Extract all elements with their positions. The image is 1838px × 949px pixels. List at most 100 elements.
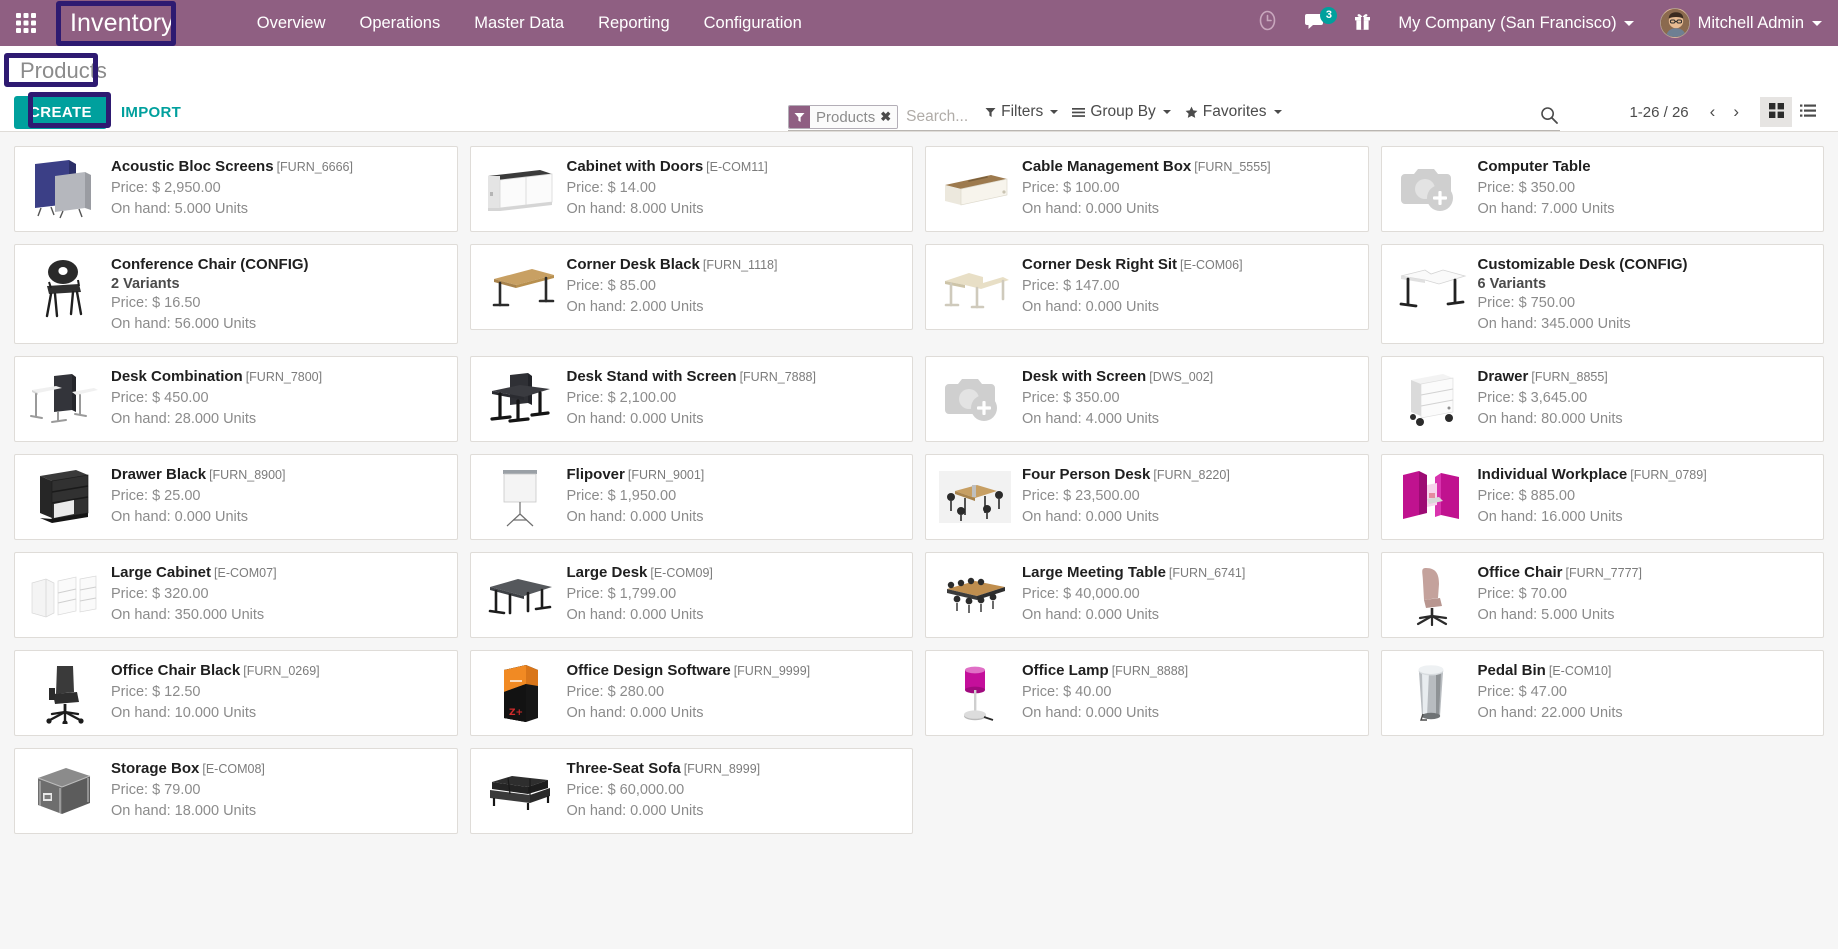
- product-card[interactable]: Drawer Black [FURN_8900] Price: $ 25.00 On …: [14, 454, 458, 541]
- product-name: Four Person Desk [FURN_8220]: [1022, 466, 1230, 484]
- page-title[interactable]: Products: [14, 56, 113, 86]
- product-card[interactable]: Computer Table Price: $ 350.00 On hand: 7.…: [1380, 146, 1824, 232]
- messages-count-badge: 3: [1320, 7, 1338, 24]
- product-card-body: Customizable Desk (CONFIG) 6 Variants Pric…: [1478, 255, 1812, 333]
- product-card-body: Large Cabinet [E-COM07] Price: $ 320.00 On …: [111, 563, 445, 627]
- gift-menu-button[interactable]: [1341, 0, 1384, 46]
- product-code: [FURN_7800]: [245, 370, 323, 385]
- product-code: [E-COM06]: [1180, 258, 1243, 272]
- product-card[interactable]: Office Lamp [FURN_8888] Price: $ 40.00 On h…: [925, 650, 1369, 737]
- product-card[interactable]: Flipover [FURN_9001] Price: $ 1,950.00 On h…: [469, 454, 913, 541]
- product-code: [FURN_6666]: [276, 160, 353, 174]
- create-button[interactable]: CREATE: [14, 95, 107, 129]
- product-card[interactable]: Desk Stand with Screen [FURN_7888] Price: …: [469, 356, 913, 443]
- product-card-body: Desk Combination [FURN_7800] Price: $ 450.…: [111, 367, 445, 431]
- product-price: Price: $ 12.50: [111, 684, 201, 701]
- product-card[interactable]: Office Chair Black [FURN_0269] Price: $ 12…: [14, 650, 458, 737]
- control-panel-bottom-row: CREATE IMPORT Filters Group By Favorites…: [0, 92, 1838, 132]
- product-code: [E-COM09]: [650, 566, 713, 581]
- product-image: [27, 465, 101, 529]
- product-image: [1394, 465, 1468, 529]
- product-name: Corner Desk Black [FURN_1118]: [566, 256, 778, 273]
- product-price: Price: $ 3,645.00: [1477, 390, 1588, 407]
- group-by-dropdown[interactable]: Group By: [1072, 103, 1171, 121]
- user-name: Mitchell Admin: [1697, 13, 1804, 32]
- product-on-hand: On hand: 0.000 Units: [111, 509, 249, 526]
- product-price: Price: $ 47.00: [1477, 684, 1567, 701]
- chevron-down-icon: [1623, 20, 1634, 26]
- product-image: [938, 661, 1012, 725]
- product-card[interactable]: Acoustic Bloc Screens [FURN_6666] Price: $…: [14, 146, 458, 232]
- product-image: [1394, 563, 1468, 627]
- nav-item-overview[interactable]: Overview: [240, 1, 343, 46]
- chevron-left-icon: ‹: [1709, 102, 1716, 121]
- product-card[interactable]: Corner Desk Black [FURN_1118] Price: $ 85.…: [469, 244, 913, 330]
- product-card[interactable]: Individual Workplace [FURN_0789] Price: $ …: [1380, 454, 1824, 541]
- kanban-cell: Large Cabinet [E-COM07] Price: $ 320.00 On …: [8, 546, 464, 644]
- list-view-button[interactable]: [1792, 97, 1824, 127]
- product-name: Office Design Software [FURN_9999]: [566, 662, 811, 680]
- product-card[interactable]: Pedal Bin [E-COM10] Price: $ 47.00 On hand:…: [1380, 650, 1824, 737]
- product-name: Office Lamp [FURN_8888]: [1022, 662, 1189, 680]
- product-image: [938, 255, 1012, 319]
- pager-counter: 1-26 / 26: [1629, 103, 1689, 121]
- product-code: [FURN_7888]: [739, 370, 816, 385]
- product-card[interactable]: Conference Chair (CONFIG) 2 Variants Price…: [14, 244, 458, 345]
- svg-text:Z+: Z+: [509, 708, 523, 718]
- product-price: Price: $ 750.00: [1477, 294, 1576, 311]
- product-on-hand: On hand: 350.000 Units: [111, 607, 265, 624]
- product-card[interactable]: Large Meeting Table [FURN_6741] Price: $ 4…: [925, 552, 1369, 639]
- product-card[interactable]: Storage Box [E-COM08] Price: $ 79.00 On han…: [14, 748, 458, 835]
- product-card-body: Desk with Screen [DWS_002] Price: $ 350.00…: [1022, 367, 1356, 431]
- apps-menu-button[interactable]: [0, 0, 52, 46]
- product-price: Price: $ 14.00: [566, 179, 656, 196]
- nav-item-configuration[interactable]: Configuration: [687, 1, 819, 46]
- product-name: Desk Combination [FURN_7800]: [111, 368, 323, 386]
- kanban-view-button[interactable]: [1760, 97, 1792, 127]
- activity-menu-button[interactable]: [1244, 0, 1291, 46]
- product-card[interactable]: Large Desk [E-COM09] Price: $ 1,799.00 On h…: [469, 552, 913, 639]
- product-card[interactable]: Customizable Desk (CONFIG) 6 Variants Pric…: [1380, 244, 1824, 345]
- kanban-cell: Cable Management Box [FURN_5555] Price: $ …: [919, 140, 1375, 238]
- product-card-body: Individual Workplace [FURN_0789] Price: $ …: [1478, 465, 1812, 529]
- user-menu[interactable]: Mitchell Admin: [1644, 8, 1824, 38]
- product-card[interactable]: Office Chair [FURN_7777] Price: $ 70.00 On …: [1380, 552, 1824, 639]
- chevron-down-icon: [1162, 110, 1171, 114]
- app-brand-inventory[interactable]: Inventory: [58, 6, 186, 41]
- product-name: Computer Table: [1477, 158, 1591, 175]
- product-card[interactable]: Cabinet with Doors [E-COM11] Price: $ 14.0…: [469, 146, 913, 232]
- company-switcher[interactable]: My Company (San Francisco): [1384, 14, 1643, 33]
- kanban-cell: Large Meeting Table [FURN_6741] Price: $ 4…: [919, 546, 1375, 644]
- import-button[interactable]: IMPORT: [107, 96, 195, 129]
- product-code: [FURN_8220]: [1153, 468, 1230, 483]
- nav-item-operations[interactable]: Operations: [343, 1, 458, 46]
- nav-item-reporting[interactable]: Reporting: [581, 1, 687, 46]
- product-name: Desk with Screen [DWS_002]: [1022, 368, 1214, 386]
- navbar-menu: Overview Operations Master Data Reportin…: [240, 1, 819, 46]
- product-card[interactable]: Z+ Office Design Software [FURN_9999] Pric…: [469, 650, 913, 737]
- product-card[interactable]: Drawer [FURN_8855] Price: $ 3,645.00 On han…: [1380, 356, 1824, 443]
- product-card[interactable]: Three-Seat Sofa [FURN_8999] Price: $ 60,00…: [469, 748, 913, 835]
- product-code: [FURN_8888]: [1111, 664, 1189, 679]
- pager-previous-button[interactable]: ‹: [1701, 100, 1725, 124]
- product-name: Flipover [FURN_9001]: [566, 466, 705, 484]
- messages-menu-button[interactable]: 3: [1291, 0, 1341, 46]
- product-card[interactable]: Large Cabinet [E-COM07] Price: $ 320.00 On …: [14, 552, 458, 639]
- product-price: Price: $ 147.00: [1022, 277, 1120, 294]
- product-card[interactable]: Cable Management Box [FURN_5555] Price: $ …: [925, 146, 1369, 232]
- nav-item-master-data[interactable]: Master Data: [457, 1, 581, 46]
- product-image: [27, 367, 101, 431]
- chevron-down-icon: [1273, 110, 1282, 114]
- action-buttons: CREATE IMPORT: [14, 95, 195, 129]
- product-on-hand: On hand: 2.000 Units: [566, 298, 704, 315]
- product-card[interactable]: Desk Combination [FURN_7800] Price: $ 450.…: [14, 356, 458, 443]
- product-card[interactable]: Corner Desk Right Sit [E-COM06] Price: $ 1…: [925, 244, 1369, 330]
- product-card[interactable]: Four Person Desk [FURN_8220] Price: $ 23,5…: [925, 454, 1369, 541]
- product-card-body: Large Meeting Table [FURN_6741] Price: $ 4…: [1022, 563, 1356, 627]
- brand-wrapper: Inventory: [58, 6, 186, 41]
- product-card[interactable]: Desk with Screen [DWS_002] Price: $ 350.00…: [925, 356, 1369, 443]
- favorites-dropdown[interactable]: Favorites: [1185, 103, 1282, 121]
- filters-dropdown[interactable]: Filters: [985, 103, 1059, 121]
- product-code: [FURN_8900]: [209, 468, 286, 483]
- pager-next-button[interactable]: ›: [1724, 100, 1748, 124]
